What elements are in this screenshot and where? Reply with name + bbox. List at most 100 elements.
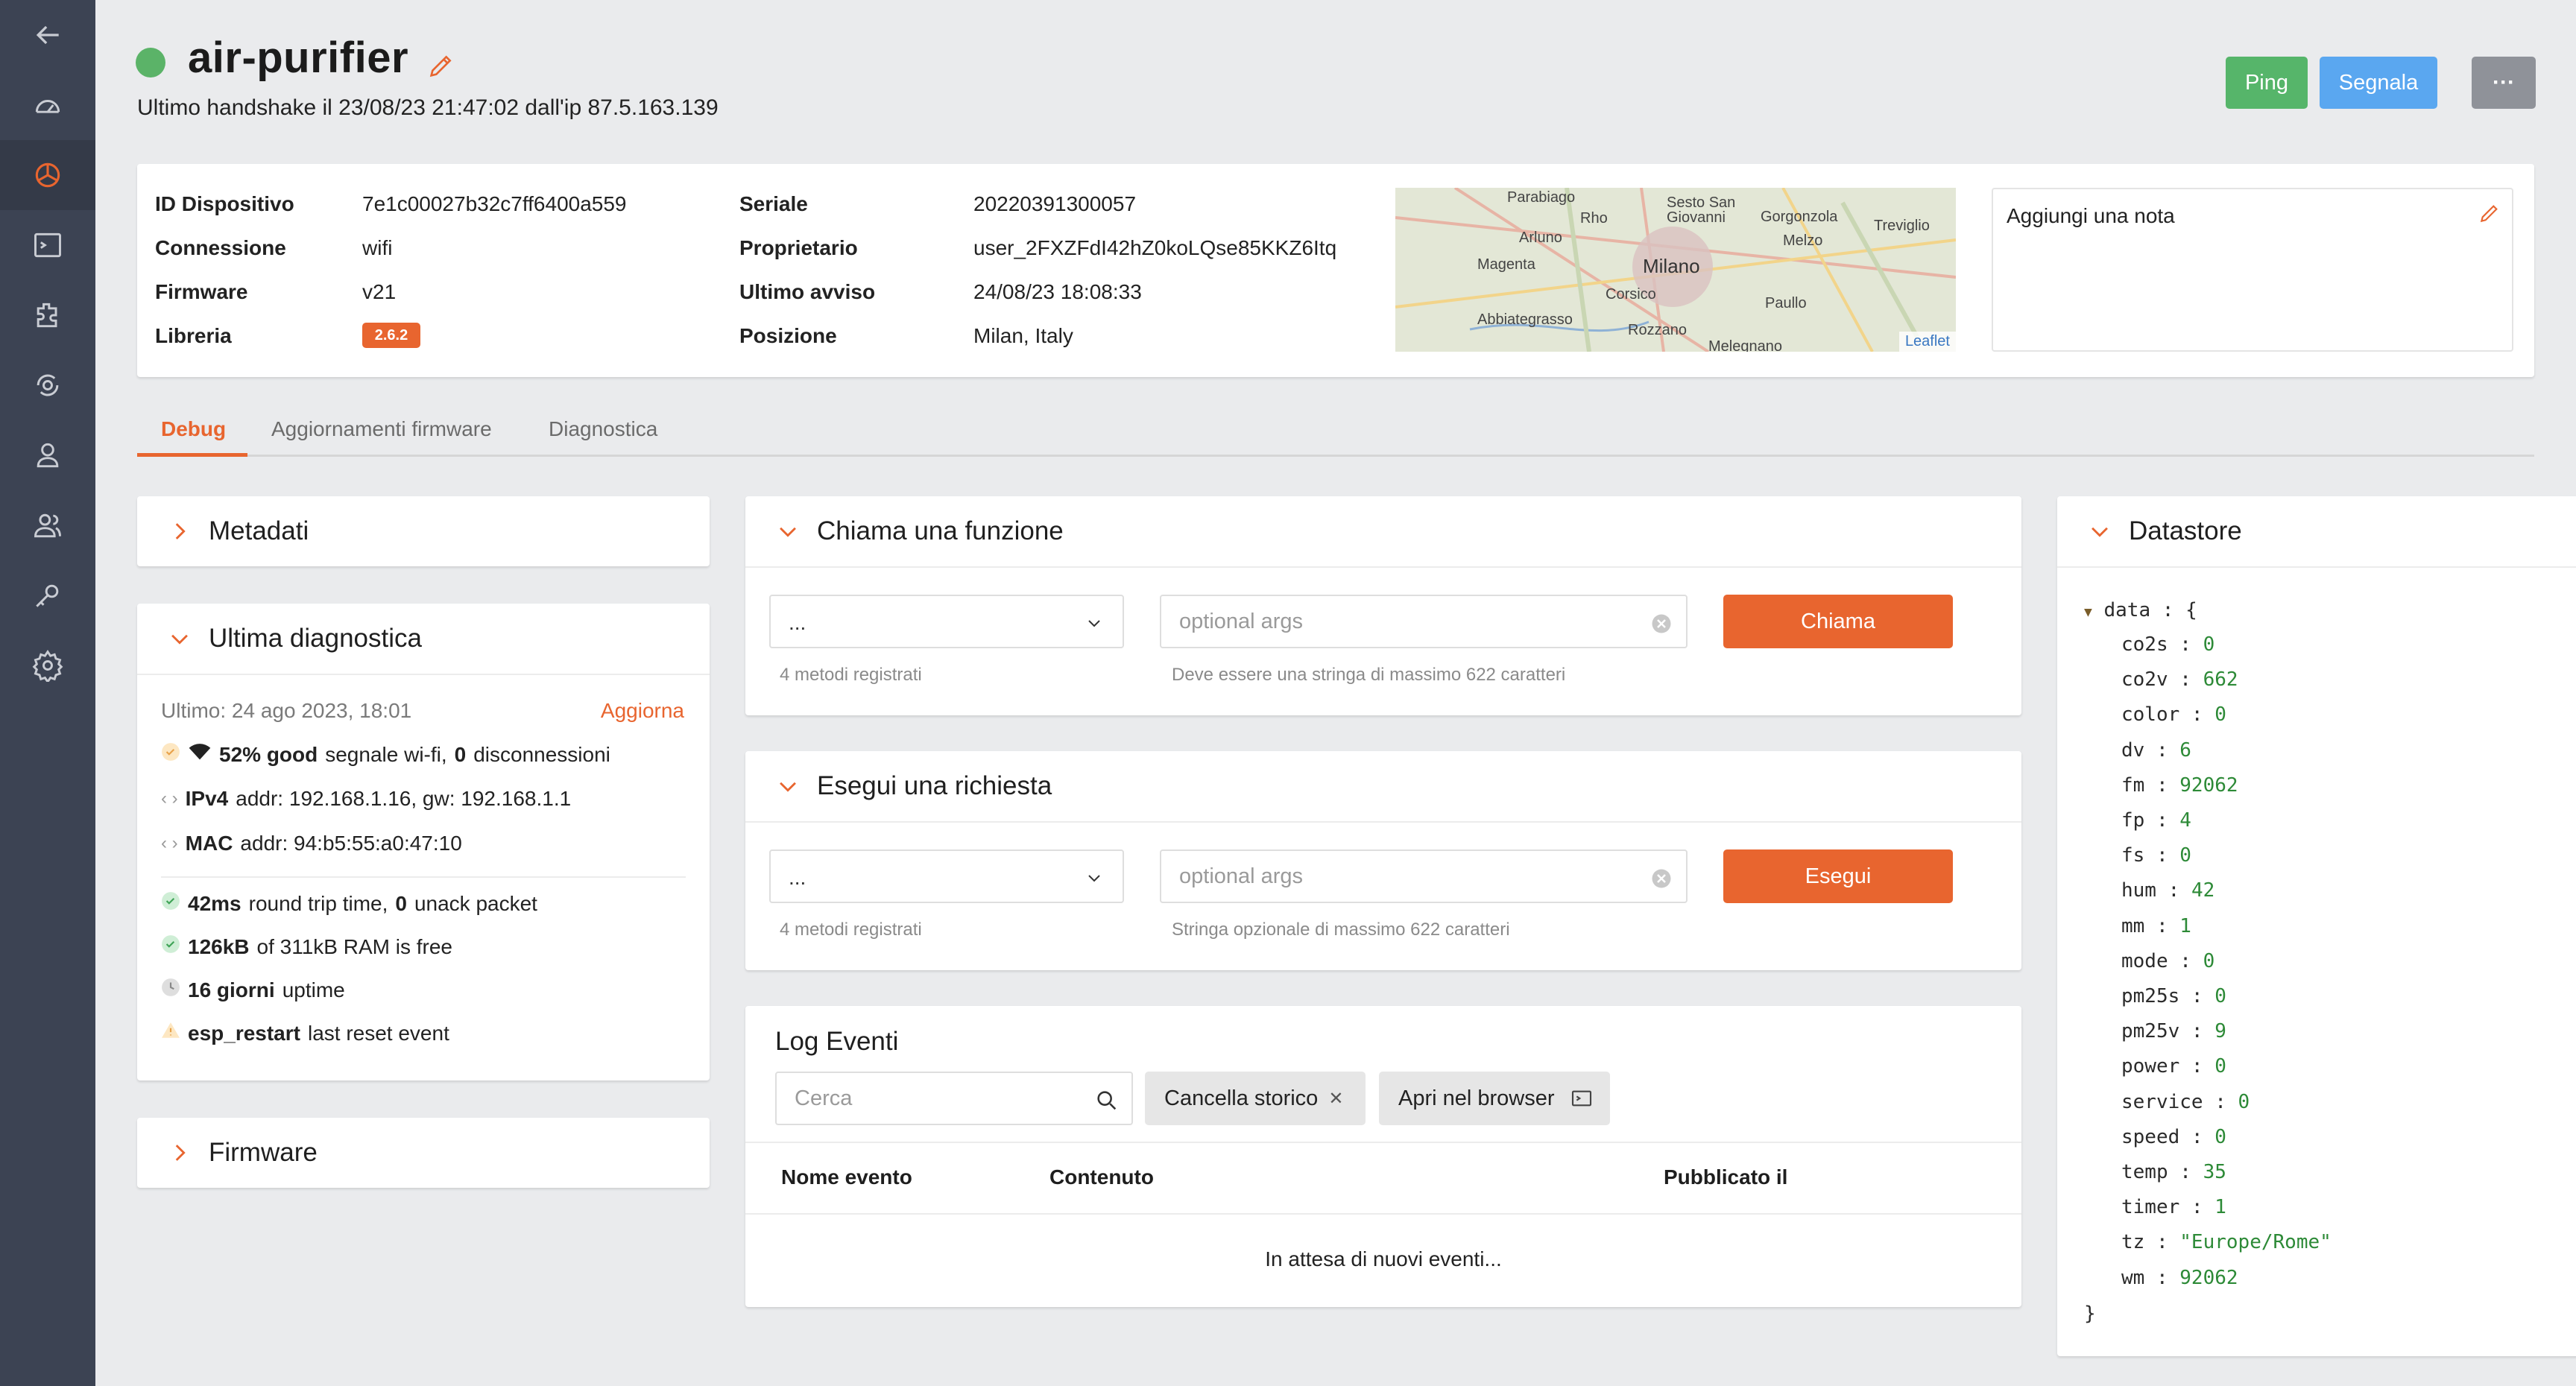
divider: [161, 876, 686, 878]
owner-value: user_2FXZFdI42hZ0koLQse85KKZ6Itq: [973, 236, 1337, 259]
clear-history-button[interactable]: Cancella storico ✕: [1145, 1072, 1366, 1125]
open-in-browser-button[interactable]: Apri nel browser: [1379, 1072, 1610, 1125]
terminal-icon[interactable]: [0, 210, 95, 280]
diagnostics-title: Ultima diagnostica: [209, 624, 422, 653]
location-map[interactable]: Parabiago Sesto San Giovanni Gorgonzola …: [1395, 188, 1956, 352]
wifi-text: segnale wi-fi,: [325, 742, 447, 766]
datastore-value: 1: [2214, 1196, 2226, 1219]
tab-diagnostics[interactable]: Diagnostica: [549, 417, 657, 441]
wifi-disc-text: disconnessioni: [473, 742, 610, 766]
map-place-rho: Rho: [1580, 210, 1608, 227]
run-button[interactable]: Esegui: [1723, 849, 1953, 903]
triangle-expanded-icon: ▼: [2084, 604, 2092, 620]
mac-value: addr: 94:b5:55:a0:47:10: [240, 832, 462, 855]
chevron-right-icon: [175, 523, 186, 539]
function-select[interactable]: ...: [769, 595, 1124, 648]
check-circle-icon: [161, 891, 180, 916]
chevron-down-icon[interactable]: [167, 626, 192, 651]
user-icon[interactable]: [0, 420, 95, 490]
chevron-down-icon[interactable]: [775, 773, 801, 799]
devices-cube-icon[interactable]: [0, 140, 95, 210]
edit-note-pencil-icon[interactable]: [2478, 201, 2501, 225]
chevron-down-icon[interactable]: [2087, 519, 2112, 544]
ram-text: of 311kB RAM is free: [256, 934, 452, 958]
function-args-input[interactable]: optional args: [1160, 595, 1688, 648]
datastore-key: tz: [2121, 1231, 2145, 1254]
run-request-panel: Esegui una richiesta ... optional args E…: [745, 751, 2021, 970]
datastore-key: fp: [2121, 809, 2145, 832]
settings-gear-icon[interactable]: [0, 630, 95, 700]
datastore-value: 9: [2214, 1020, 2226, 1043]
team-users-icon[interactable]: [0, 490, 95, 560]
map-place-abbiategrasso: Abbiategrasso: [1477, 311, 1573, 328]
dashboard-gauge-icon[interactable]: [0, 70, 95, 140]
request-args-hint: Stringa opzionale di massimo 622 caratte…: [1172, 920, 1510, 940]
device-title: air-purifier: [188, 34, 409, 82]
datastore-key: co2v: [2121, 668, 2168, 692]
wifi-strength: 52% good: [219, 742, 318, 766]
active-tab-indicator: [137, 453, 247, 457]
report-button[interactable]: Segnala: [2320, 57, 2437, 109]
datastore-key: timer: [2121, 1196, 2180, 1219]
tab-debug[interactable]: Debug: [161, 417, 226, 441]
column-event-name[interactable]: Nome evento: [781, 1165, 912, 1189]
edit-pencil-icon[interactable]: [426, 51, 456, 80]
datastore-entry: dv : 6: [2121, 739, 2191, 762]
ipv4-value: addr: 192.168.1.16, gw: 192.168.1.1: [236, 787, 572, 810]
datastore-entry: tz : "Europe/Rome": [2121, 1231, 2332, 1253]
open-in-browser-label: Apri nel browser: [1398, 1086, 1555, 1110]
online-status-dot: [136, 48, 165, 77]
ping-button[interactable]: Ping: [2226, 57, 2308, 109]
warning-triangle-icon: [161, 1021, 180, 1045]
datastore-entry: co2v : 662: [2121, 668, 2238, 691]
call-button[interactable]: Chiama: [1723, 595, 1953, 648]
note-area[interactable]: Aggiungi una nota: [1992, 188, 2513, 352]
chevron-down-icon[interactable]: [775, 519, 801, 544]
firmware-label: Firmware: [155, 280, 248, 303]
datastore-value: 0: [2203, 633, 2215, 656]
more-options-button[interactable]: ···: [2472, 57, 2536, 109]
datastore-value: 0: [2238, 1090, 2250, 1113]
api-key-icon[interactable]: [0, 560, 95, 630]
back-arrow-icon[interactable]: [0, 0, 95, 70]
firmware-panel[interactable]: Firmware: [137, 1118, 710, 1188]
datastore-separator: :: [2144, 809, 2180, 832]
metadata-panel[interactable]: Metadati: [137, 496, 710, 566]
clock-icon: [161, 978, 180, 1002]
event-search-input[interactable]: Cerca: [775, 1072, 1133, 1125]
datastore-separator: :: [2179, 1196, 2215, 1219]
column-published-at[interactable]: Pubblicato il: [1664, 1165, 1787, 1189]
unack-text: unack packet: [414, 891, 537, 915]
sidebar: [0, 0, 95, 1386]
library-label: Libreria: [155, 324, 232, 347]
serial-value: 20220391300057: [973, 192, 1137, 215]
datastore-key: mode: [2121, 949, 2168, 972]
datastore-separator: :: [2156, 879, 2191, 902]
map-attribution-link[interactable]: Leaflet: [1898, 332, 1956, 352]
refresh-link[interactable]: Aggiorna: [601, 699, 684, 723]
datastore-close-brace: }: [2084, 1303, 2096, 1325]
clear-circle-icon[interactable]: [1650, 613, 1673, 635]
divider: [745, 566, 2021, 568]
request-args-input[interactable]: optional args: [1160, 849, 1688, 903]
datastore-separator: :: [2179, 1055, 2215, 1078]
datastore-value: 0: [2214, 703, 2226, 727]
clear-circle-icon[interactable]: [1650, 867, 1673, 890]
column-content[interactable]: Contenuto: [1049, 1165, 1154, 1189]
datastore-value: 92062: [2179, 773, 2238, 797]
connection-label: Connessione: [155, 236, 286, 259]
datastore-entry: mode : 0: [2121, 950, 2214, 972]
integrations-puzzle-icon[interactable]: [0, 280, 95, 350]
ipv4-row: ‹ › IPv4 addr: 192.168.1.16, gw: 192.168…: [161, 787, 571, 811]
webhooks-icon[interactable]: [0, 350, 95, 420]
request-select[interactable]: ...: [769, 849, 1124, 903]
map-place-treviglio: Treviglio: [1874, 218, 1930, 234]
position-value: Milan, Italy: [973, 324, 1073, 347]
datastore-value: 662: [2203, 668, 2238, 692]
run-request-title: Esegui una richiesta: [817, 771, 1052, 800]
datastore-separator: :: [2168, 949, 2203, 972]
tab-firmware-updates[interactable]: Aggiornamenti firmware: [271, 417, 492, 441]
datastore-root[interactable]: ▼ data : {: [2084, 599, 2197, 621]
datastore-entry: fm : 92062: [2121, 774, 2238, 797]
datastore-key: fs: [2121, 844, 2145, 867]
